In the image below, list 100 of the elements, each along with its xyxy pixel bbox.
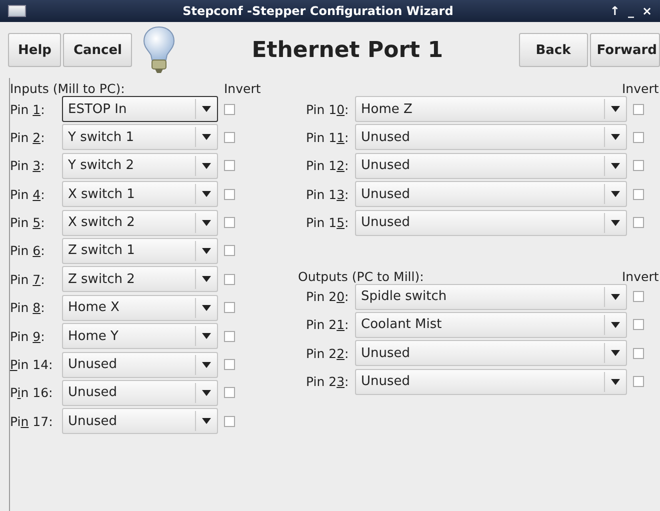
pin-label: Pin 17: — [10, 414, 54, 429]
pin-label: Pin 15: — [305, 215, 350, 230]
section-label: Outputs (PC to Mill): — [298, 268, 424, 284]
invert-checkbox[interactable] — [633, 348, 644, 359]
dropdown-arrow-icon — [202, 162, 211, 169]
pin-label: Pin 4: — [10, 186, 46, 202]
invert-checkbox[interactable] — [633, 188, 644, 200]
pin-label: Pin 14: — [10, 357, 54, 372]
dropdown-arrow-icon — [202, 106, 211, 112]
pin-label: Pin 9: — [10, 328, 46, 344]
window-title: Stepconf -Stepper Configuration Wizard — [182, 4, 454, 18]
pin-dropdown[interactable]: Unused — [355, 181, 627, 208]
invert-checkbox[interactable] — [224, 217, 235, 228]
invert-checkbox[interactable] — [224, 416, 235, 427]
pin-label: Pin 21: — [305, 317, 350, 332]
dropdown-arrow-icon — [202, 134, 211, 140]
invert-checkbox[interactable] — [224, 104, 235, 114]
pin-label: Pin 3: — [10, 158, 46, 174]
invert-checkbox[interactable] — [224, 387, 235, 398]
dropdown-arrow-icon — [611, 106, 620, 112]
toolbar-button[interactable]: Cancel — [63, 33, 132, 67]
invert-checkbox[interactable] — [633, 217, 644, 228]
pin-dropdown[interactable]: Unused — [62, 408, 218, 434]
pin-dropdown[interactable]: Unused — [62, 352, 218, 378]
pin-label: Pin 2: — [10, 130, 46, 145]
dropdown-arrow-icon — [611, 191, 620, 198]
pin-dropdown[interactable]: Home Y — [62, 323, 218, 350]
invert-checkbox[interactable] — [224, 132, 235, 143]
dropdown-arrow-icon — [202, 390, 211, 396]
dropdown-arrow-icon — [202, 276, 211, 282]
pin-label: Pin 1: — [10, 102, 46, 116]
pin-dropdown[interactable]: Unused — [355, 124, 627, 150]
invert-checkbox[interactable] — [633, 132, 644, 143]
dropdown-arrow-icon — [611, 294, 620, 300]
invert-checkbox[interactable] — [633, 376, 644, 388]
dropdown-arrow-icon — [611, 322, 620, 328]
pin-label: Pin 16: — [10, 385, 54, 400]
pin-dropdown[interactable]: X switch 2 — [62, 210, 218, 236]
invert-checkbox[interactable] — [224, 160, 235, 172]
pin-label: Pin 13: — [305, 186, 350, 202]
pin-dropdown[interactable]: Y switch 1 — [62, 124, 218, 150]
window-icon — [8, 5, 26, 17]
pin-dropdown[interactable]: Z switch 1 — [62, 238, 218, 264]
pin-label: Pin 20: — [305, 289, 350, 304]
toolbar-button[interactable]: Back — [518, 33, 588, 67]
pin-label: Pin 23: — [305, 374, 350, 390]
page-heading: Ethernet Port 1 — [250, 38, 444, 62]
pin-label: Pin 22: — [305, 346, 350, 361]
invert-checkbox[interactable] — [224, 188, 235, 200]
dropdown-arrow-icon — [611, 350, 620, 356]
window-control[interactable]: × — [642, 4, 652, 18]
dropdown-arrow-icon — [202, 333, 211, 340]
dropdown-arrow-icon — [202, 220, 211, 226]
dropdown-arrow-icon — [202, 304, 211, 311]
invert-header: Invert — [622, 268, 660, 284]
section-label: Inputs (Mill to PC): — [10, 81, 125, 96]
invert-checkbox[interactable] — [224, 330, 235, 342]
pin-dropdown[interactable]: Unused — [355, 340, 627, 366]
pin-label: Pin 11: — [305, 130, 350, 145]
pin-dropdown[interactable]: Unused — [355, 210, 627, 236]
toolbar-button[interactable]: Forward — [590, 33, 660, 67]
dropdown-arrow-icon — [611, 378, 620, 385]
dropdown-arrow-icon — [202, 362, 211, 368]
toolbar-button[interactable]: Help — [8, 33, 62, 67]
pin-dropdown[interactable]: Coolant Mist — [355, 312, 627, 338]
pin-label: Pin 10: — [305, 102, 350, 116]
dropdown-arrow-icon — [611, 134, 620, 140]
invert-checkbox[interactable] — [224, 245, 235, 256]
invert-header: Invert — [622, 81, 660, 96]
invert-checkbox[interactable] — [224, 359, 235, 370]
window-control[interactable]: ↑ — [610, 4, 620, 18]
pin-dropdown[interactable]: Spidle switch — [355, 284, 627, 310]
lightbulb-icon — [142, 26, 176, 74]
dropdown-arrow-icon — [202, 191, 211, 198]
invert-checkbox[interactable] — [633, 319, 644, 330]
pin-dropdown[interactable]: Y switch 2 — [62, 152, 218, 179]
invert-checkbox[interactable] — [224, 302, 235, 314]
pin-dropdown[interactable]: Unused — [355, 152, 627, 179]
pin-dropdown[interactable]: Unused — [62, 380, 218, 406]
invert-checkbox[interactable] — [224, 274, 235, 285]
pin-dropdown[interactable]: X switch 1 — [62, 181, 218, 208]
pin-dropdown[interactable]: ESTOP In — [62, 96, 218, 122]
pin-label: Pin 8: — [10, 300, 46, 316]
dropdown-arrow-icon — [611, 162, 620, 169]
dropdown-arrow-icon — [202, 418, 211, 424]
pin-label: Pin 12: — [305, 158, 350, 174]
invert-checkbox[interactable] — [633, 104, 644, 114]
pin-label: Pin 6: — [10, 243, 46, 258]
invert-checkbox[interactable] — [633, 160, 644, 172]
pin-dropdown[interactable]: Unused — [355, 368, 627, 395]
pin-label: Pin 7: — [10, 272, 46, 287]
pin-dropdown[interactable]: Home Z — [355, 96, 627, 122]
pin-dropdown[interactable]: Z switch 2 — [62, 266, 218, 292]
dropdown-arrow-icon — [611, 220, 620, 226]
dropdown-arrow-icon — [202, 248, 211, 254]
invert-header: Invert — [224, 81, 262, 96]
invert-checkbox[interactable] — [633, 291, 644, 302]
pin-label: Pin 5: — [10, 215, 46, 230]
window-control[interactable]: _ — [628, 4, 634, 18]
pin-dropdown[interactable]: Home X — [62, 294, 218, 321]
